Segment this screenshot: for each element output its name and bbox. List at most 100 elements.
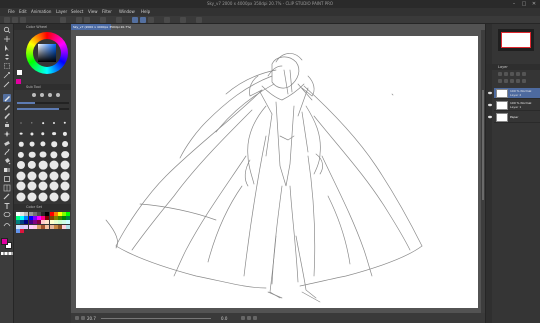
new-file-icon[interactable] [4,17,10,23]
brush-size-preset[interactable] [27,171,37,181]
new-layer-icon[interactable] [498,79,502,83]
brush-size-preset[interactable] [27,150,37,160]
palette-color[interactable] [66,224,71,229]
menu-window[interactable]: Window [119,9,135,14]
brush-tool-icon[interactable] [3,112,11,120]
balloon-tool-icon[interactable] [3,211,11,219]
blend-mode-icon[interactable] [498,72,502,76]
menu-select[interactable]: Select [71,9,83,14]
layer-item[interactable]: 100 % Normal Layer 2 [488,88,540,99]
sub-tool-icon[interactable] [48,93,52,97]
merge-down-icon[interactable] [516,79,520,83]
brush-size-preset[interactable] [16,118,26,128]
menu-file[interactable]: File [8,9,15,14]
clear-icon[interactable] [60,17,66,23]
sub-tool-icon[interactable] [56,93,60,97]
operation-tool-icon[interactable] [3,44,11,52]
delete-layer-icon[interactable] [522,79,526,83]
brush-size-preset[interactable] [27,139,37,149]
brush-size-preset[interactable] [38,160,48,170]
brush-size-preset[interactable] [38,139,48,149]
zoom-level[interactable]: 20.7 [87,316,96,321]
menu-help[interactable]: Help [141,9,150,14]
correct-line-tool-icon[interactable] [3,220,11,228]
eye-icon[interactable] [488,103,492,107]
transform-icon[interactable] [116,17,122,23]
brush-size-preset[interactable] [16,181,26,191]
main-color-swatch[interactable] [1,238,8,245]
layer-panel-header[interactable]: Layer [486,64,540,70]
transparent-color-icon[interactable] [1,252,13,255]
brush-size-preset[interactable] [60,118,70,128]
brush-size-preset[interactable] [27,181,37,191]
brush-size-preset[interactable] [16,192,26,202]
eye-icon[interactable] [488,115,492,119]
reference-icon[interactable] [522,72,526,76]
brush-size-preset[interactable] [16,160,26,170]
lock-icon[interactable] [510,72,514,76]
saturation-value-square[interactable] [38,44,56,62]
opacity-slider[interactable] [17,108,69,110]
brush-size-preset[interactable] [27,160,37,170]
zoom-out-icon[interactable] [75,316,79,320]
undo-icon[interactable] [76,17,82,23]
save-icon[interactable] [20,17,26,23]
settings-icon[interactable] [164,17,170,23]
airbrush-tool-icon[interactable] [3,121,11,129]
color-swatch-stack[interactable] [1,238,13,250]
brush-size-preset[interactable] [27,118,37,128]
zoom-in-icon[interactable] [81,316,85,320]
brush-size-preset[interactable] [49,150,59,160]
brush-size-slider[interactable] [17,102,69,104]
brush-size-preset[interactable] [16,129,26,139]
brush-size-preset[interactable] [27,129,37,139]
gradient-tool-icon[interactable] [3,166,11,174]
snap-grid-icon[interactable] [148,17,154,23]
new-folder-icon[interactable] [510,79,514,83]
brush-size-preset[interactable] [60,192,70,202]
brush-size-preset[interactable] [60,171,70,181]
canvas[interactable] [76,36,478,308]
rotation-angle[interactable]: 0.0 [221,316,227,321]
scrollbar-thumb[interactable] [482,90,484,200]
palette-color[interactable] [20,228,25,233]
sub-tool-icon[interactable] [32,93,36,97]
brush-size-preset[interactable] [60,139,70,149]
color-wheel-tab[interactable]: Color Wheel [14,24,71,30]
mode-icon[interactable] [196,17,202,23]
move-layer-tool-icon[interactable] [3,53,11,61]
layer-item[interactable]: 100 % Normal Layer 1 [488,100,540,111]
brush-size-preset[interactable] [49,118,59,128]
brush-size-preset[interactable] [27,192,37,202]
pencil-tool-icon[interactable] [3,103,11,111]
sub-tool-icon[interactable] [40,93,44,97]
brush-size-preset[interactable] [49,129,59,139]
rotate-left-icon[interactable] [241,316,245,320]
layer-item[interactable]: Paper [488,112,540,123]
brush-size-preset[interactable] [38,129,48,139]
decoration-tool-icon[interactable] [3,130,11,138]
brush-size-preset[interactable] [16,139,26,149]
brush-size-preset[interactable] [60,129,70,139]
ruler-tool-icon[interactable] [3,193,11,201]
color-icon[interactable] [180,17,186,23]
document-tab[interactable]: Sky_v7 (2000 x 4000px 350dpi 20.7%) [71,24,131,30]
brush-size-preset[interactable] [49,192,59,202]
move-tool-icon[interactable] [3,35,11,43]
sub-color-indicator[interactable] [17,70,22,75]
blend-tool-icon[interactable] [3,148,11,156]
flip-icon[interactable] [253,316,257,320]
brush-size-preset[interactable] [49,160,59,170]
brush-size-preset[interactable] [60,150,70,160]
brush-size-preset[interactable] [60,160,70,170]
menu-filter[interactable]: Filter [102,9,112,14]
brush-size-preset[interactable] [38,192,48,202]
brush-size-preset[interactable] [49,181,59,191]
menu-layer[interactable]: Layer [56,9,67,14]
color-set-tab[interactable]: Color Set [14,204,71,210]
brush-size-preset[interactable] [38,150,48,160]
color-wheel[interactable] [26,32,68,74]
clip-icon[interactable] [516,72,520,76]
navigator-preview[interactable] [498,29,534,51]
menu-edit[interactable]: Edit [19,9,27,14]
